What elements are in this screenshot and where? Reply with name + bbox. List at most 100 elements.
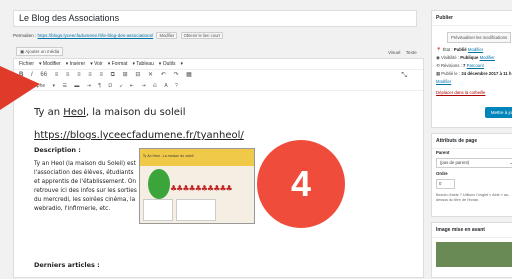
update-button[interactable]: Mettre à jour [484,107,512,118]
align-left-icon[interactable]: ≡ [77,72,81,78]
step-number-badge: 4 [257,140,345,228]
thumbnail-block [143,199,173,221]
thumbnail-block [176,199,216,221]
parent-select-value: (pas de parent) [440,160,470,165]
menu-edit[interactable]: Modifier [43,61,61,67]
attributes-heading: Attributs de page [432,134,512,149]
site-thumbnail[interactable]: Ty An Heol - La maison du soleil ♣♣♣♣♣♣♣… [139,148,255,224]
published-on-edit-row: Modifier [432,78,512,85]
link-icon[interactable]: ⧉ [111,72,115,78]
help-text: Besoin d'aide ? Utilisez l'onglet « Aide… [436,193,510,202]
indent2-icon[interactable]: ⇥ [141,83,145,89]
menu-insert[interactable]: Insérer [70,61,86,67]
order-label: Ordre [436,171,448,176]
revisions-browse-link[interactable]: Parcourir [467,63,484,68]
status-label: État : [442,47,454,52]
image-icon[interactable]: ⊟ [135,72,140,78]
decorative-figures-icon: ♣♣♣♣♣♣♣♣♣♣ [170,184,233,193]
revisions-row: ⟲ Révisions : 7 Parcourir [432,62,512,70]
heading-link[interactable]: Heol [63,107,86,118]
visibility-edit-link[interactable]: Modifier [480,55,495,60]
description-text: Ty an Heol (la maison du Soleil) est l'a… [34,161,137,212]
editor-content[interactable]: Ty an Heol, la maison du soleil https://… [14,91,423,279]
thumbnail-title: Ty An Heol - La maison du soleil [143,154,194,158]
order-input[interactable]: 0 [436,179,455,189]
tree-logo-icon [148,169,170,199]
undo-icon[interactable]: ↶ [161,72,166,78]
table-icon[interactable]: ⊞ [123,72,128,78]
status-value: Publié [453,47,467,52]
site-url-link[interactable]: https://blogs.lyceecfadumene.fr/tyanheol… [34,130,244,141]
align-center-icon[interactable]: ≡ [88,72,92,78]
published-on-row: ▦ Publié le : 24 décembre 2017 à 11 h [432,70,512,78]
thumbnail-header: Ty An Heol - La maison du soleil [140,149,254,166]
outdent-icon[interactable]: ⇤ [130,83,134,89]
revisions-label: Révisions : [440,63,464,68]
strikethrough-icon[interactable]: ☰ [62,83,66,89]
visibility-label: Visibilité : [440,55,461,60]
add-media-button[interactable]: ▣ Ajouter un média [16,47,64,56]
trash-link[interactable]: Déplacer dans la corbeille [432,85,512,97]
editor-toolbar-row1: B I 66 ≡ ≡ ≡ ≡ ≡ ⧉ ⊞ ⊟ ✕ ↶ ↷ ▦ [14,70,423,81]
menu-view[interactable]: Voir [94,61,103,67]
published-on-label: Publié le : [441,71,462,76]
revisions-value: 7 [463,63,466,68]
permalink-edit-button[interactable]: Modifier [156,32,178,39]
special-char-icon[interactable]: Ω [108,83,112,89]
kitchen-sink-icon[interactable]: ▦ [186,72,192,78]
paragraph-icon[interactable]: ¶ [98,83,101,89]
last-articles-heading: Derniers articles : [34,261,100,269]
featured-image-thumbnail[interactable] [436,242,512,267]
preview-button[interactable]: Prévisualiser les modifications [447,32,512,43]
editor-toolbar-row2: Paragraphe ▾ ☰ ▬ ⇥ ¶ Ω ⤶ ⇤ ⇥ ⎌ A ? [14,81,423,91]
published-on-edit-link[interactable]: Modifier [436,79,451,84]
history-icon: ⟲ [436,63,440,68]
permalink-label: Permalien : [13,33,37,38]
editor-menubar: Fichier ▾ Modifier ▾ Insérer ▾ Voir ▾ Format… [14,59,423,70]
featured-image-panel: Image mise en avant [431,222,512,278]
status-edit-link[interactable]: Modifier [468,47,483,52]
description-heading: Description : [34,146,81,154]
eye-icon: ◉ [436,55,440,60]
align-right-icon[interactable]: ≡ [99,72,103,78]
pin-icon: 📍 [436,47,442,52]
menu-format[interactable]: Format [112,61,128,67]
bullet-list-icon[interactable]: ≡ [55,72,59,78]
numbered-list-icon[interactable]: ≡ [66,72,70,78]
calendar-icon: ▦ [436,71,441,76]
shortlink-button[interactable]: Obtenir le lien court [180,32,223,39]
visibility-value: Publique [460,55,479,60]
fullscreen-icon[interactable]: ⤡ [401,72,407,80]
post-title-input[interactable]: Le Blog des Associations [13,10,417,27]
menu-table[interactable]: Tableau [136,61,154,67]
publish-heading: Publier [432,11,512,26]
blockquote-icon[interactable]: 66 [40,72,47,78]
permalink-link[interactable]: https://blogs.lyceecfadumene.fr/le-blog-… [38,33,154,38]
help-icon[interactable]: ? [175,83,178,89]
published-on-value: 24 décembre 2017 à 11 h [461,71,512,76]
visibility-row: ◉ Visibilité : Publique Modifier [432,54,512,62]
horizontal-rule-icon[interactable]: ▬ [74,83,79,89]
unlink-icon[interactable]: ✕ [148,72,153,78]
parent-select[interactable]: (pas de parent) ⌄ [436,158,512,168]
page-attributes-panel: Attributs de page Parent (pas de parent)… [431,133,512,217]
parent-label: Parent [436,150,450,155]
redo-icon[interactable]: ↷ [173,72,178,78]
add-media-label: Ajouter un média [25,49,60,54]
content-heading: Ty an Heol, la maison du soleil [34,107,186,118]
code-icon[interactable]: ⎌ [153,83,157,89]
indent-icon[interactable]: ⇥ [87,83,91,89]
editor: Fichier ▾ Modifier ▾ Insérer ▾ Voir ▾ Format… [13,58,424,278]
status-row: 📍 État : Publié Modifier [432,46,512,54]
heading-suffix: , la maison du soleil [85,107,186,118]
editor-tabs: Visuel Texte [384,50,417,55]
clear-format-icon[interactable]: ⤶ [120,83,123,89]
pointer-arrow-icon [0,66,40,110]
tab-text[interactable]: Texte [406,50,417,55]
menu-tools[interactable]: Outils [163,61,176,67]
tab-visual[interactable]: Visuel [388,50,400,55]
text-color-icon[interactable]: A [164,83,167,89]
permalink-bar: Permalien : https://blogs.lyceecfadumene… [13,32,223,39]
featured-image-heading: Image mise en avant [432,223,512,238]
publish-panel: Publier Prévisualiser les modifications … [431,10,512,128]
